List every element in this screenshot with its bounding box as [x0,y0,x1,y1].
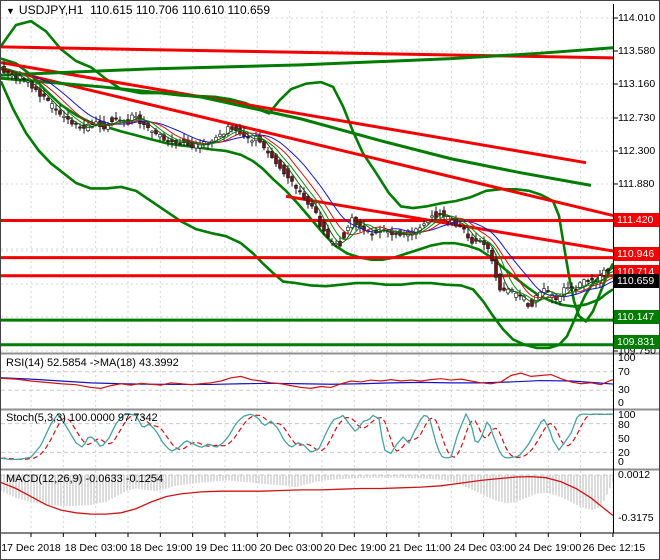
rsi-scale-label: 100 [618,352,636,364]
rsi-scale-label: 30 [618,384,630,396]
symbol-timeframe-label: USDJPY,H1 [18,3,84,17]
price-tick-label: 112.730 [618,112,656,124]
time-axis-label: 18 Dec 03:00 [64,542,128,554]
time-axis-label: 20 Dec 03:00 [259,542,323,554]
rsi-panel [1,372,614,389]
time-axis-label: 19 Dec 11:00 [195,542,257,554]
time-axis-label: 26 Dec 12:15 [582,542,646,554]
price-tick-label: 113.580 [618,45,656,57]
ohlc-values: 110.615 110.706 110.610 110.659 [90,3,271,17]
time-axis-label: 17 Dec 2018 [1,542,61,554]
resistance-trend-top [1,45,613,60]
moving-averages [1,66,613,304]
price-tick-label: 111.880 [618,178,655,190]
macd-scale-label: -0.3175 [618,512,654,524]
chart-title: ▼ USDJPY,H1 110.615 110.706 110.610 110.6… [6,3,270,17]
time-axis-label: 21 Dec 11:00 [389,542,451,554]
channel-upper-red [1,61,587,165]
rsi-scale-label: 70 [618,366,630,378]
stoch-indicator-label: Stoch(5,3,3) 100.0000 97.7342 [6,412,158,424]
rsi-ma-line [1,377,614,386]
rsi-line [1,372,614,389]
price-badge-red: 111.420 [614,213,659,227]
channel-lower-red [1,67,613,218]
price-tick-label: 113.160 [618,78,656,90]
rsi-indicator-label: RSI(14) 52.5854 ->MA(18) 43.3992 [6,357,179,369]
macd-indicator-label: MACD(12,26,9) -0.0633 -0.1254 [6,473,164,485]
price-badge-green: 109.831 [614,335,659,349]
macd-scale-label: 0.0012 [618,469,651,481]
price-tick-label: 114.010 [618,12,656,24]
rsi-scale-label: 0 [618,397,624,409]
stoch-scale-label: 80 [618,419,630,431]
time-axis-label: 24 Dec 03:00 [453,542,517,554]
main-price-panel [1,19,613,350]
price-badge-green: 110.147 [614,310,659,324]
trend-mid-green [1,76,592,187]
candles-series [2,60,610,309]
trading-chart-window: ▼ USDJPY,H1 110.615 110.706 110.610 110.6… [0,0,660,560]
time-axis-label: 24 Dec 19:00 [518,542,582,554]
symbol-dropdown-icon[interactable]: ▼ [6,6,15,16]
stoch-scale-label: 0 [618,456,624,468]
time-axis-label: 20 Dec 19:00 [323,542,387,554]
price-badge-black: 110.659 [614,274,659,288]
stoch-scale-label: 50 [618,433,630,445]
price-tick-label: 112.300 [618,145,656,157]
time-axis-label: 18 Dec 19:00 [129,542,193,554]
price-badge-red: 110.946 [614,247,659,261]
